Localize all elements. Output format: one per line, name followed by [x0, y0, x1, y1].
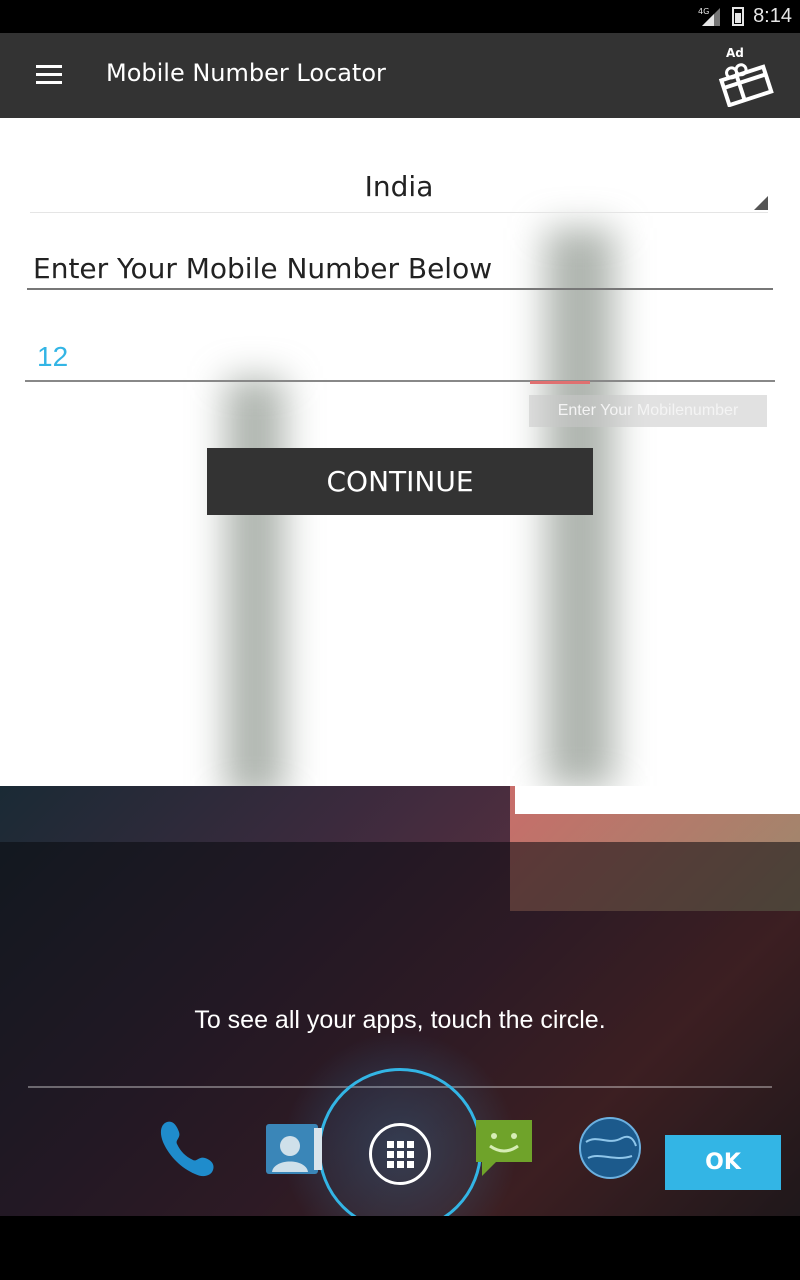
wallpaper-chip: [515, 786, 800, 814]
app-title: Mobile Number Locator: [106, 59, 386, 87]
ad-gift-icon[interactable]: Ad: [718, 45, 774, 108]
error-indicator: [530, 381, 590, 384]
contacts-icon[interactable]: [262, 1116, 326, 1180]
battery-icon: [732, 7, 744, 26]
signal-icon: 4G: [698, 7, 720, 26]
app-toolbar: Mobile Number Locator Ad: [0, 33, 800, 118]
country-value: India: [364, 170, 434, 203]
navigation-bar: [0, 1216, 800, 1280]
mobile-number-input[interactable]: [25, 334, 775, 382]
launcher-cling: To see all your apps, touch the circle. …: [0, 786, 800, 1216]
ok-button[interactable]: OK: [665, 1135, 781, 1190]
network-type: 4G: [698, 7, 709, 16]
continue-button[interactable]: CONTINUE: [207, 448, 593, 515]
mobile-number-label: Enter Your Mobile Number Below: [27, 252, 773, 290]
browser-icon[interactable]: [578, 1116, 642, 1180]
dropdown-arrow-icon: [754, 196, 768, 210]
menu-icon[interactable]: [36, 65, 62, 85]
clock: 8:14: [753, 5, 792, 27]
phone-icon[interactable]: [155, 1116, 219, 1180]
all-apps-button[interactable]: [369, 1123, 431, 1185]
status-bar: 4G 8:14: [0, 0, 800, 33]
messaging-icon[interactable]: [472, 1116, 536, 1180]
form-area: India Enter Your Mobile Number Below Ent…: [0, 118, 800, 786]
country-dropdown[interactable]: India: [30, 166, 768, 213]
input-hint-tooltip: Enter Your Mobilenumber: [529, 395, 767, 427]
ad-badge: Ad: [726, 46, 744, 60]
background-ghost: [225, 378, 285, 786]
